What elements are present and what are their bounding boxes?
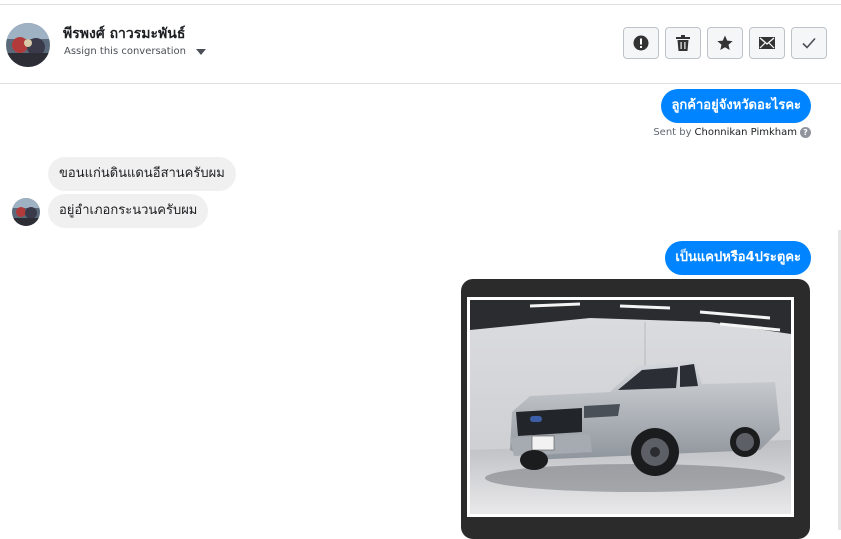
contact-avatar[interactable] — [6, 23, 50, 67]
mark-done-button[interactable] — [791, 27, 827, 59]
check-icon — [802, 37, 816, 49]
image-frame — [467, 297, 794, 517]
caret-down-icon — [195, 48, 206, 55]
sent-by-prefix: Sent by — [653, 127, 692, 138]
conversation-actions — [623, 27, 827, 59]
assign-conversation-dropdown[interactable]: Assign this conversation — [64, 46, 206, 57]
delete-button[interactable] — [665, 27, 701, 59]
outgoing-message: เป็นแคปหรือ4ประตูคะ — [665, 241, 811, 275]
star-button[interactable] — [707, 27, 743, 59]
incoming-message: อยู่อำเภอกระนวนครับผม — [48, 194, 209, 228]
contact-name[interactable]: พีรพงศ์ ถาวรมะพันธ์ — [63, 23, 185, 45]
sent-by-info: Sent by Chonnikan Pimkham ? — [653, 127, 811, 138]
conversation-header: พีรพงศ์ ถาวรมะพันธ์ Assign this conversa… — [0, 5, 841, 84]
incoming-message: ขอนแก่นดินแดนอีสานครับผม — [48, 157, 236, 191]
star-icon — [717, 35, 733, 50]
alert-icon — [633, 35, 649, 51]
mark-spam-button[interactable] — [623, 27, 659, 59]
help-icon[interactable]: ? — [800, 127, 811, 138]
outgoing-message: ลูกค้าอยู่จังหวัดอะไรคะ — [661, 89, 811, 123]
trash-icon — [676, 35, 690, 51]
sent-by-name[interactable]: Chonnikan Pimkham — [695, 127, 797, 138]
pickup-truck-photo — [470, 300, 791, 514]
assign-label: Assign this conversation — [64, 46, 186, 57]
sender-avatar[interactable] — [12, 198, 40, 226]
mark-unread-button[interactable] — [749, 27, 785, 59]
image-attachment[interactable] — [461, 279, 810, 539]
mail-icon — [759, 37, 775, 49]
